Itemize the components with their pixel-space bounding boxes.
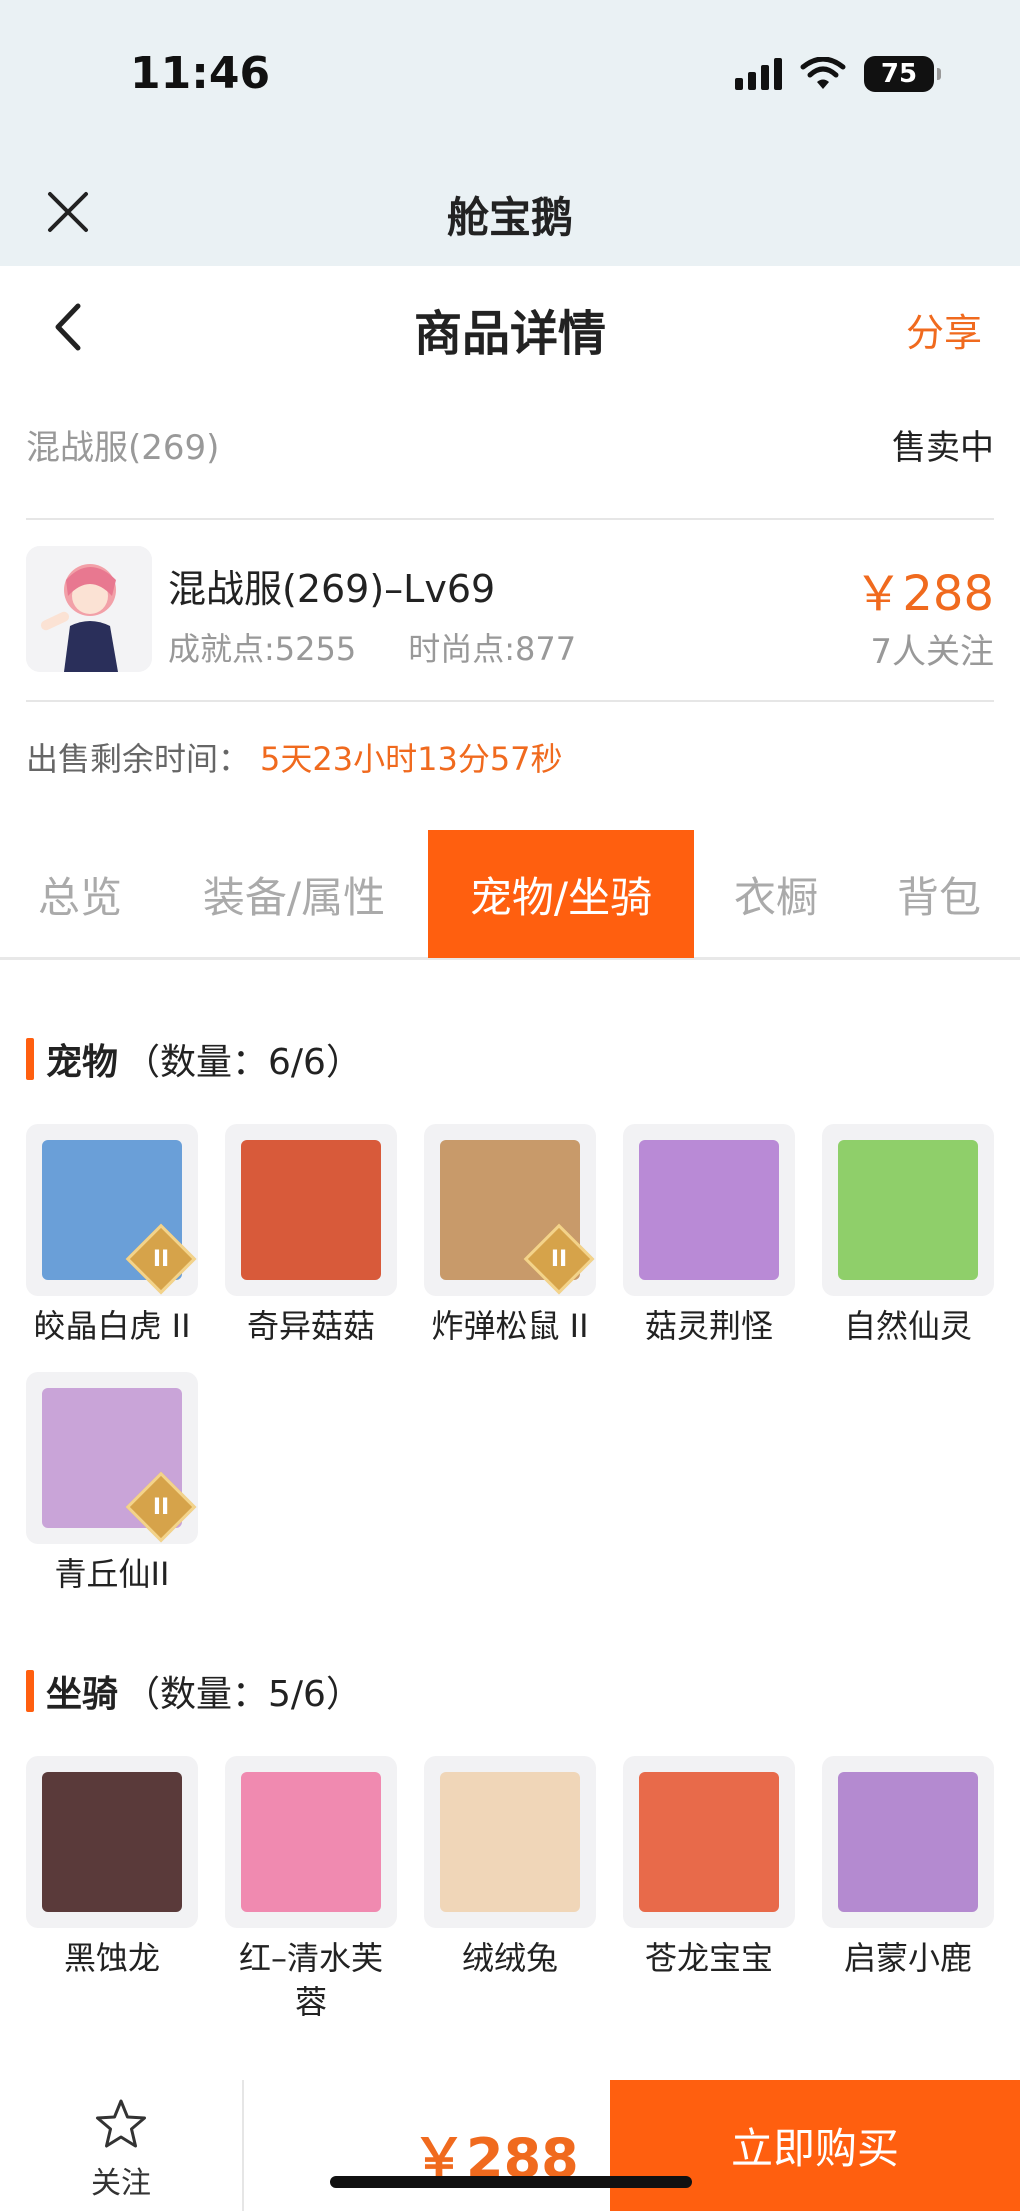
mount-thumbnail xyxy=(822,1756,994,1928)
mount-thumbnail xyxy=(424,1756,596,1928)
page-header: 商品详情 分享 xyxy=(0,266,1020,386)
pet-item[interactable]: 炸弹松鼠 II xyxy=(424,1124,596,1348)
pet-thumbnail xyxy=(26,1372,198,1544)
tab-wardrobe[interactable]: 衣橱 xyxy=(694,830,858,958)
section-marker xyxy=(26,1670,34,1712)
mount-item[interactable]: 启蒙小鹿 xyxy=(822,1756,994,1980)
mount-image xyxy=(440,1772,580,1912)
pet-thumbnail xyxy=(623,1124,795,1296)
mount-thumbnail xyxy=(26,1756,198,1928)
pets-count: （数量：6/6） xyxy=(124,1042,362,1083)
tab-backpack[interactable]: 背包 xyxy=(858,830,1020,958)
pet-name: 菇灵荆怪 xyxy=(644,1307,773,1345)
remaining-time: 出售剩余时间： 5天23小时13分57秒 xyxy=(26,734,563,780)
pet-thumbnail xyxy=(225,1124,397,1296)
page-title: 商品详情 xyxy=(413,306,606,362)
app-title: 舱宝鹅 xyxy=(446,193,573,242)
tab-bar: 总览 装备/属性 宠物/坐骑 衣橱 背包 xyxy=(0,830,1020,960)
signal-icon xyxy=(735,58,782,90)
mount-item[interactable]: 绒绒兔 xyxy=(424,1756,596,1980)
mount-name: 黑蚀龙 xyxy=(63,1939,160,1977)
battery-icon: 75 xyxy=(864,56,941,92)
divider xyxy=(26,518,994,520)
pet-item[interactable]: 菇灵荆怪 xyxy=(623,1124,795,1348)
pet-image xyxy=(838,1140,978,1280)
mounts-count: （数量：5/6） xyxy=(124,1674,362,1715)
status-icons: 75 xyxy=(735,56,941,92)
pet-name: 炸弹松鼠 II xyxy=(431,1307,589,1345)
mount-name: 启蒙小鹿 xyxy=(843,1939,972,1977)
wifi-icon xyxy=(800,57,846,89)
pet-item[interactable]: 自然仙灵 xyxy=(822,1124,994,1348)
pet-name: 自然仙灵 xyxy=(843,1307,972,1345)
share-button[interactable]: 分享 xyxy=(906,302,982,357)
pet-item[interactable]: 奇异菇菇 xyxy=(225,1124,397,1348)
sale-status: 售卖中 xyxy=(892,428,994,468)
product-summary[interactable]: 混战服(269)–Lv69 成就点:5255 时尚点:877 ￥288 7人关注 xyxy=(26,546,994,676)
pet-name: 青丘仙II xyxy=(54,1555,170,1593)
mount-image xyxy=(838,1772,978,1912)
pet-item[interactable]: 皎晶白虎 II xyxy=(26,1124,198,1348)
mount-item[interactable]: 红–清水芙蓉 xyxy=(225,1756,397,2024)
mount-item[interactable]: 苍龙宝宝 xyxy=(623,1756,795,1980)
mount-name: 苍龙宝宝 xyxy=(644,1939,773,1977)
achievement-points: 成就点:5255 xyxy=(168,630,357,668)
pet-thumbnail xyxy=(26,1124,198,1296)
pet-thumbnail xyxy=(822,1124,994,1296)
follow-label: 关注 xyxy=(91,2166,151,2201)
tab-equipment[interactable]: 装备/属性 xyxy=(160,830,428,958)
pet-image xyxy=(241,1140,381,1280)
pet-item[interactable]: 青丘仙II xyxy=(26,1372,198,1596)
pet-name: 奇异菇菇 xyxy=(246,1307,375,1345)
mount-image xyxy=(42,1772,182,1912)
product-price: ￥288 xyxy=(854,566,994,622)
star-icon xyxy=(96,2099,146,2148)
status-time: 11:46 xyxy=(130,48,271,99)
follower-count: 7人关注 xyxy=(870,632,994,672)
section-marker xyxy=(26,1038,34,1080)
mount-image xyxy=(639,1772,779,1912)
home-indicator xyxy=(330,2176,692,2188)
mount-name: 绒绒兔 xyxy=(461,1939,558,1977)
remaining-time-value: 5天23小时13分57秒 xyxy=(260,740,563,778)
tab-overview[interactable]: 总览 xyxy=(0,830,160,958)
server-name: 混战服(269) xyxy=(26,428,220,468)
mounts-section-title: 坐骑 （数量：5/6） xyxy=(26,1665,362,1717)
character-avatar xyxy=(26,546,152,672)
mount-name: 红–清水芙蓉 xyxy=(238,1939,383,2021)
bottom-action-bar: 关注 ￥288 立即购买 xyxy=(0,2080,1020,2211)
pet-name: 皎晶白虎 II xyxy=(33,1307,191,1345)
buy-now-button[interactable]: 立即购买 xyxy=(610,2080,1020,2211)
pet-image xyxy=(639,1140,779,1280)
divider xyxy=(26,700,994,702)
mount-thumbnail xyxy=(225,1756,397,1928)
pet-thumbnail xyxy=(424,1124,596,1296)
server-row: 混战服(269) 售卖中 xyxy=(26,420,994,469)
pets-title: 宠物 xyxy=(46,1042,119,1083)
mount-thumbnail xyxy=(623,1756,795,1928)
remaining-time-label: 出售剩余时间： xyxy=(26,740,251,778)
fashion-points: 时尚点:877 xyxy=(408,630,577,668)
pets-section-title: 宠物 （数量：6/6） xyxy=(26,1033,362,1085)
character-name: 混战服(269)–Lv69 xyxy=(168,567,496,611)
mount-item[interactable]: 黑蚀龙 xyxy=(26,1756,198,1980)
follow-button[interactable]: 关注 xyxy=(0,2080,244,2211)
mounts-title: 坐骑 xyxy=(46,1674,119,1715)
mount-image xyxy=(241,1772,381,1912)
tab-pets-mounts[interactable]: 宠物/坐骑 xyxy=(428,830,694,958)
character-stats: 成就点:5255 时尚点:877 xyxy=(168,624,576,670)
